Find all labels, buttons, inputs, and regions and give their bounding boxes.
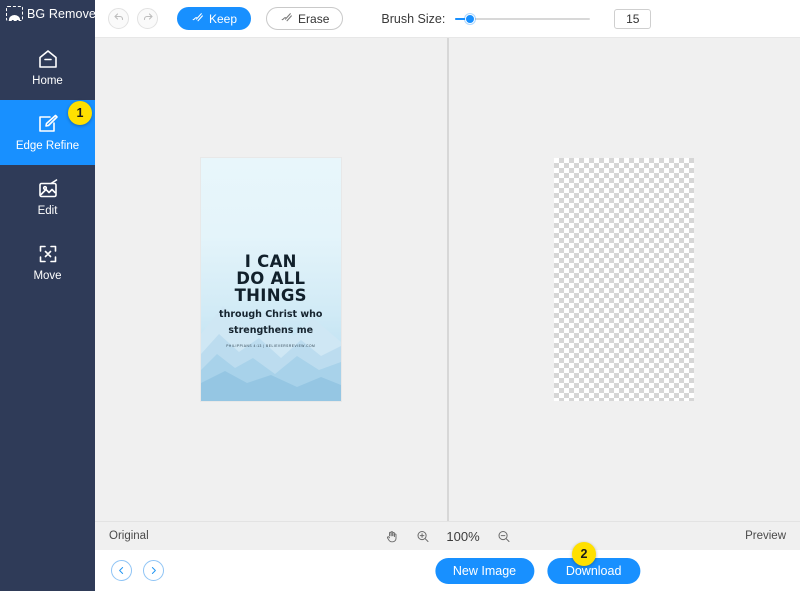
sidebar-item-label: Edit xyxy=(38,206,58,218)
undo-button[interactable] xyxy=(108,8,129,29)
eraser-brush-icon xyxy=(280,11,293,27)
sidebar-item-label: Home xyxy=(32,76,63,88)
status-bar: Original xyxy=(95,521,800,550)
poster-headline-1: I CAN xyxy=(201,253,341,270)
app-title: BG Remover xyxy=(27,7,100,21)
sidebar-item-label: Move xyxy=(33,271,61,283)
annotation-badge-1: 1 xyxy=(68,101,92,125)
edit-toolbar: Keep Erase Brush Size: xyxy=(95,0,800,37)
brush-icon xyxy=(191,11,204,27)
redo-button[interactable] xyxy=(137,8,158,29)
brush-size-control: Brush Size: 15 xyxy=(381,9,651,29)
source-image: I CAN DO ALL THINGS through Christ who s… xyxy=(201,158,341,401)
hand-pan-icon[interactable] xyxy=(384,529,399,544)
preview-pane[interactable] xyxy=(449,38,800,521)
erase-button[interactable]: Erase xyxy=(266,7,343,30)
zoom-level: 100% xyxy=(446,529,480,544)
new-image-button[interactable]: New Image xyxy=(435,558,534,584)
annotation-badge-2: 2 xyxy=(572,542,596,566)
main-area: Keep Erase Brush Size: xyxy=(95,0,800,591)
next-image-button[interactable] xyxy=(143,560,164,581)
preview-label: Preview xyxy=(745,530,786,542)
poster-subline-1: through Christ who xyxy=(201,309,341,320)
keep-button-label: Keep xyxy=(209,12,237,26)
zoom-out-icon[interactable] xyxy=(496,529,511,544)
chevron-left-icon xyxy=(117,562,126,580)
poster-fineprint: PHILIPPIANS 4:13 | BELIEVERSREVIEW.COM xyxy=(201,344,341,348)
poster-text-block: I CAN DO ALL THINGS through Christ who s… xyxy=(201,253,341,348)
brush-size-label: Brush Size: xyxy=(381,12,445,26)
slider-knob[interactable] xyxy=(465,14,475,24)
poster-subline-2: strengthens me xyxy=(201,325,341,336)
image-photo-icon xyxy=(6,6,23,21)
app-brand: BG Remover xyxy=(0,0,95,27)
chevron-right-icon xyxy=(149,562,158,580)
zoom-tools: 100% xyxy=(384,529,511,544)
sidebar-item-move[interactable]: Move xyxy=(0,230,95,295)
mountain-layer-foreground xyxy=(201,363,341,401)
primary-actions: New Image Download xyxy=(435,558,640,584)
zoom-in-icon[interactable] xyxy=(415,529,430,544)
poster-headline-3: THINGS xyxy=(201,287,341,304)
sidebar-item-home[interactable]: Home xyxy=(0,35,95,100)
edge-refine-icon xyxy=(36,112,60,136)
original-label: Original xyxy=(109,530,149,542)
sidebar: BG Remover Home Ed xyxy=(0,0,95,591)
original-pane[interactable]: I CAN DO ALL THINGS through Christ who s… xyxy=(95,38,447,521)
erase-button-label: Erase xyxy=(298,12,329,26)
canvas-area: I CAN DO ALL THINGS through Christ who s… xyxy=(95,37,800,521)
move-arrows-icon xyxy=(36,242,60,266)
redo-arrow-icon xyxy=(142,10,154,28)
sidebar-item-edit[interactable]: Edit xyxy=(0,165,95,230)
sidebar-item-label: Edge Refine xyxy=(16,141,79,153)
result-image-transparent xyxy=(554,158,694,401)
poster-headline-2: DO ALL xyxy=(201,270,341,287)
slider-track xyxy=(455,18,590,20)
action-bar: New Image Download xyxy=(95,550,800,591)
undo-arrow-icon xyxy=(113,10,125,28)
brush-size-slider[interactable] xyxy=(455,12,590,26)
home-icon xyxy=(36,47,60,71)
keep-button[interactable]: Keep xyxy=(177,7,251,30)
sidebar-nav: Home Edge Refine xyxy=(0,35,95,295)
prev-image-button[interactable] xyxy=(111,560,132,581)
brush-size-value[interactable]: 15 xyxy=(614,9,651,29)
download-button[interactable]: Download xyxy=(547,558,640,584)
edit-image-icon xyxy=(36,177,60,201)
app-root: BG Remover Home Ed xyxy=(0,0,800,591)
